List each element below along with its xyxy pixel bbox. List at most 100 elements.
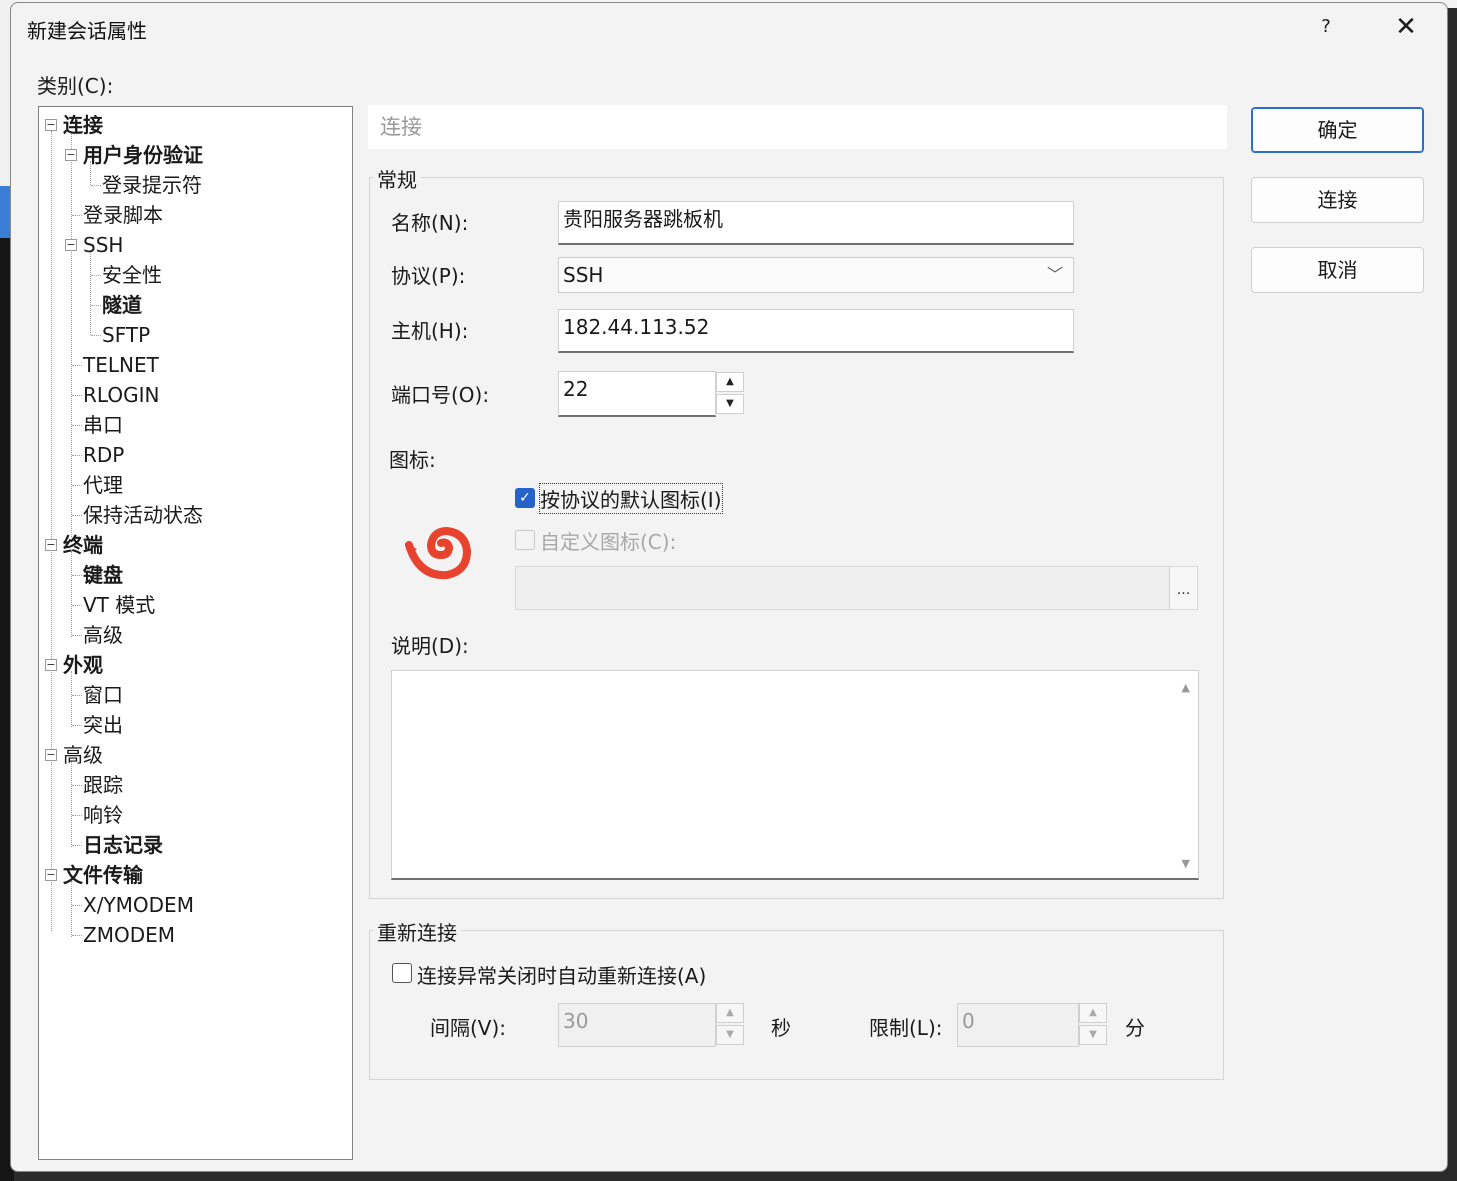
tree-item-rdp[interactable]: RDP (83, 440, 124, 470)
tree-line (91, 305, 101, 306)
tree-line (71, 131, 72, 537)
custom-icon-path-input[interactable]: ... (515, 566, 1198, 610)
tree-item-appearance[interactable]: 外观 (63, 650, 103, 680)
category-label: 类别(C): (37, 74, 114, 98)
tree-item-keep-alive[interactable]: 保持活动状态 (83, 500, 203, 530)
tree-item-zmodem[interactable]: ZMODEM (83, 920, 175, 950)
icon-label: 图标: (389, 448, 436, 472)
section-header: 连接 (368, 105, 1227, 149)
tree-line (72, 785, 82, 786)
tree-item-file-transfer[interactable]: 文件传输 (63, 860, 143, 890)
tree-line (72, 395, 82, 396)
collapse-icon[interactable]: − (45, 119, 57, 131)
tree-item-highlight[interactable]: 突出 (83, 710, 123, 740)
tree-line (72, 905, 82, 906)
tree-item-tunneling[interactable]: 隧道 (102, 290, 142, 320)
spin-down-icon[interactable]: ▼ (1079, 1025, 1107, 1045)
tree-line (51, 131, 52, 931)
tree-line (72, 815, 82, 816)
tree-item-login-prompts[interactable]: 登录提示符 (102, 170, 202, 200)
default-icon-label[interactable]: 按协议的默认图标(I) (539, 483, 723, 514)
protocol-value: SSH (563, 263, 604, 287)
spin-up-icon[interactable]: ▲ (716, 1003, 744, 1023)
reconnect-group-label: 重新连接 (373, 917, 461, 946)
ssh-protocol-icon (405, 526, 471, 580)
category-tree[interactable]: − − − − − − − 连接 用户身份验证 登录提示符 登录脚本 SSH 安… (38, 106, 353, 1160)
host-input[interactable]: 182.44.113.52 (558, 309, 1074, 353)
description-textarea[interactable]: ▲ ▼ (391, 670, 1199, 880)
cancel-button[interactable]: 取消 (1251, 247, 1424, 293)
collapse-icon[interactable]: − (45, 659, 57, 671)
host-label: 主机(H): (391, 319, 469, 343)
tree-line (72, 425, 82, 426)
tree-line (72, 215, 82, 216)
tree-line (91, 335, 101, 336)
tree-item-trace[interactable]: 跟踪 (83, 770, 123, 800)
tree-line (72, 575, 82, 576)
protocol-label: 协议(P): (391, 264, 466, 288)
tree-item-login-script[interactable]: 登录脚本 (83, 200, 163, 230)
interval-input[interactable]: 30 (558, 1003, 716, 1047)
tree-line (72, 935, 82, 936)
tree-line (72, 455, 82, 456)
collapse-icon[interactable]: − (65, 149, 77, 161)
custom-icon-checkbox[interactable] (515, 530, 535, 550)
tree-item-bell[interactable]: 响铃 (83, 800, 123, 830)
limit-label: 限制(L): (869, 1016, 943, 1040)
tree-item-xymodem[interactable]: X/YMODEM (83, 890, 194, 920)
tree-item-window[interactable]: 窗口 (83, 680, 123, 710)
tree-item-vt-modes[interactable]: VT 模式 (83, 590, 155, 620)
port-label: 端口号(O): (391, 383, 490, 407)
tree-line (91, 185, 101, 186)
tree-item-telnet[interactable]: TELNET (83, 350, 159, 380)
spin-up-icon[interactable]: ▲ (1079, 1003, 1107, 1023)
title-bar: 新建会话属性 ? ✕ (11, 3, 1447, 51)
tree-item-advanced[interactable]: 高级 (63, 740, 103, 770)
custom-icon-label[interactable]: 自定义图标(C): (540, 526, 676, 555)
tree-item-logging[interactable]: 日志记录 (83, 830, 163, 860)
tree-item-serial[interactable]: 串口 (83, 410, 123, 440)
tree-item-ssh[interactable]: SSH (83, 230, 123, 260)
scroll-up-icon[interactable]: ▲ (1182, 681, 1190, 694)
port-input[interactable]: 22 (558, 371, 716, 417)
browse-button[interactable]: ... (1169, 567, 1197, 609)
spin-up-icon[interactable]: ▲ (716, 372, 744, 392)
tree-item-terminal-advanced[interactable]: 高级 (83, 620, 123, 650)
dialog-title: 新建会话属性 (27, 19, 147, 43)
spin-down-icon[interactable]: ▼ (716, 1025, 744, 1045)
interval-unit: 秒 (771, 1016, 791, 1040)
ok-button[interactable]: 确定 (1251, 107, 1424, 153)
limit-input[interactable]: 0 (957, 1003, 1079, 1047)
tree-item-terminal[interactable]: 终端 (63, 530, 103, 560)
connect-button[interactable]: 连接 (1251, 177, 1424, 223)
tree-item-proxy[interactable]: 代理 (83, 470, 123, 500)
default-icon-checkbox[interactable]: ✓ (515, 488, 535, 508)
tree-item-rlogin[interactable]: RLOGIN (83, 380, 159, 410)
tree-item-user-auth[interactable]: 用户身份验证 (83, 140, 203, 170)
tree-line (71, 551, 72, 637)
tree-line (72, 605, 82, 606)
tree-item-keyboard[interactable]: 键盘 (83, 560, 123, 590)
collapse-icon[interactable]: − (45, 869, 57, 881)
auto-reconnect-label[interactable]: 连接异常关闭时自动重新连接(A) (417, 960, 706, 989)
collapse-icon[interactable]: − (45, 539, 57, 551)
tree-item-connection[interactable]: 连接 (63, 110, 103, 140)
collapse-icon[interactable]: − (65, 239, 77, 251)
tree-line (72, 695, 82, 696)
name-input[interactable]: 贵阳服务器跳板机 (558, 201, 1074, 245)
chevron-down-icon: ﹀ (1046, 265, 1063, 284)
auto-reconnect-checkbox[interactable] (392, 963, 412, 983)
close-button[interactable]: ✕ (1381, 9, 1431, 45)
scroll-down-icon[interactable]: ▼ (1182, 857, 1190, 870)
tree-line (72, 365, 82, 366)
tree-line (72, 485, 82, 486)
spin-down-icon[interactable]: ▼ (716, 394, 744, 414)
description-label: 说明(D): (391, 634, 469, 658)
tree-item-sftp[interactable]: SFTP (102, 320, 150, 350)
tree-item-security[interactable]: 安全性 (102, 260, 162, 290)
protocol-select[interactable]: SSH ﹀ (558, 257, 1074, 293)
help-button[interactable]: ? (1301, 9, 1351, 45)
tree-line (71, 761, 72, 847)
tree-line (90, 251, 91, 335)
collapse-icon[interactable]: − (45, 749, 57, 761)
